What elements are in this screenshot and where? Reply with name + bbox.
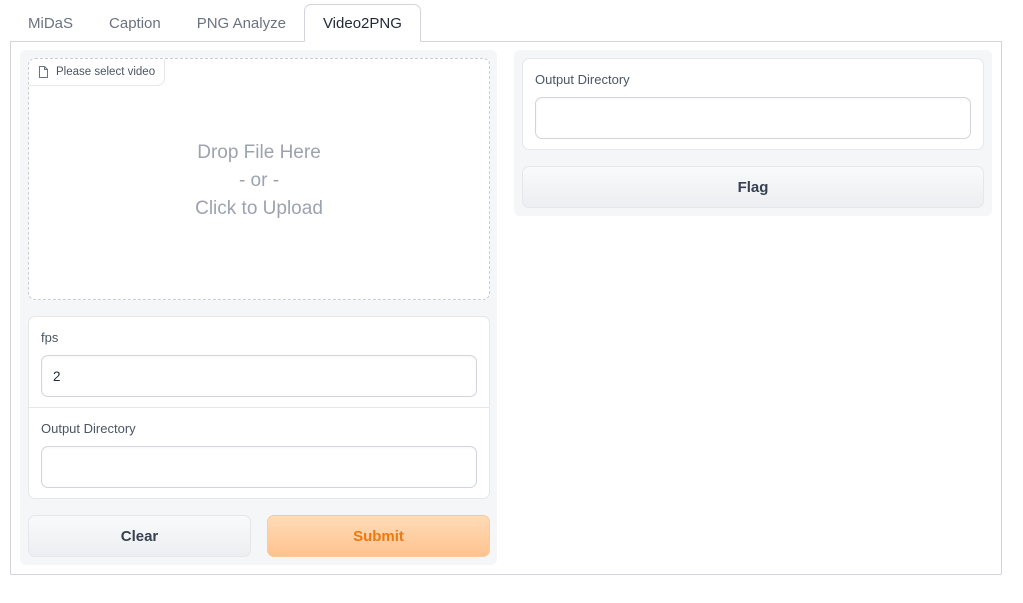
form-divider (29, 407, 489, 408)
drop-line-2: - or - (238, 170, 280, 191)
file-icon (39, 66, 48, 78)
tab-bar: MiDaS Caption PNG Analyze Video2PNG (10, 3, 421, 42)
output-block: Output Directory (522, 58, 984, 150)
output-directory-input[interactable] (41, 446, 477, 488)
fps-input[interactable] (41, 355, 477, 397)
tab-midas[interactable]: MiDaS (10, 4, 91, 42)
drop-line-1: Drop File Here (197, 142, 321, 163)
tab-png-analyze[interactable]: PNG Analyze (179, 4, 304, 42)
tab-video2png[interactable]: Video2PNG (303, 4, 421, 42)
fps-label: fps (41, 330, 59, 345)
clear-button[interactable]: Clear (28, 515, 251, 557)
tab-caption[interactable]: Caption (91, 4, 179, 42)
video-upload-label: Please select video (29, 59, 166, 86)
drop-instructions: Drop File Here - or - Click to Upload (29, 139, 489, 223)
flag-button[interactable]: Flag (522, 166, 984, 208)
video-upload-label-text: Please select video (56, 66, 156, 78)
video-upload-dropzone[interactable]: Please select video Drop File Here - or … (28, 58, 490, 300)
settings-form: fps Output Directory (28, 316, 490, 499)
submit-button[interactable]: Submit (267, 515, 490, 557)
output-directory-result-label: Output Directory (535, 72, 630, 87)
output-directory-result[interactable] (535, 97, 971, 139)
output-directory-label: Output Directory (41, 421, 136, 436)
drop-line-3: Click to Upload (195, 198, 323, 219)
